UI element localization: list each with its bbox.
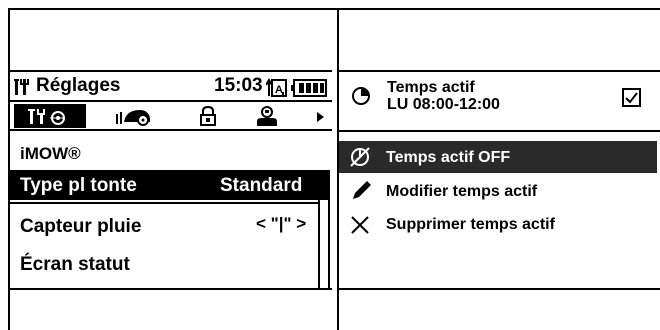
schedule-title: Temps actif: [387, 79, 475, 96]
mower-icon: [116, 110, 150, 126]
menu-title: iMOW®: [20, 144, 81, 163]
row-label-type-pl-tonte: Type pl tonte: [20, 175, 137, 196]
x-icon: [351, 216, 369, 234]
svg-text:A: A: [275, 84, 283, 96]
battery-icon: [291, 79, 327, 97]
tab-settings[interactable]: [14, 104, 86, 128]
row-label-capteur-pluie[interactable]: Capteur pluie: [20, 216, 141, 238]
right-panel-top-border: [339, 70, 660, 72]
left-panel-top-border: [10, 70, 332, 72]
menu-item-modifier-temps-actif[interactable]: Modifier temps actif: [386, 183, 537, 201]
menu-item-temps-actif-off[interactable]: Temps actif OFF: [386, 149, 510, 167]
menu-item-supprimer-temps-actif[interactable]: Supprimer temps actif: [386, 216, 555, 234]
frame-left-border: [8, 8, 10, 330]
schedule-separator: [339, 130, 660, 132]
tab-mower[interactable]: [110, 104, 160, 128]
wrench-icon: [14, 79, 29, 95]
left-panel-bottom-border: [10, 288, 332, 290]
page-title: Réglages: [36, 75, 121, 96]
user-icon: [257, 106, 277, 126]
tab-user[interactable]: [254, 104, 280, 128]
lock-icon: [200, 105, 216, 126]
header-separator: [10, 100, 332, 102]
schedule-time: LU 08:00-12:00: [387, 96, 500, 113]
tab-lock[interactable]: [196, 104, 220, 128]
auto-mode-icon: A: [266, 78, 287, 97]
clock-time: 15:03: [214, 75, 263, 96]
frame-top-border: [8, 8, 660, 10]
right-panel-bottom-border: [339, 288, 660, 290]
timer-off-icon: [350, 147, 370, 167]
checkbox-checked-icon[interactable]: [622, 88, 642, 108]
tabs-separator: [10, 129, 332, 131]
row-separator: [10, 202, 320, 204]
scrollbar-thumb[interactable]: [318, 170, 330, 200]
pencil-icon: [353, 181, 371, 199]
tab-scroll-right-icon[interactable]: [316, 111, 326, 123]
row-value-type-pl-tonte: Standard: [220, 175, 303, 196]
row-value-capteur-pluie[interactable]: < "|" >: [256, 214, 306, 234]
clock-icon: [352, 87, 370, 105]
settings-tab-icon: [28, 109, 65, 125]
row-label-ecran-statut[interactable]: Écran statut: [20, 254, 130, 276]
